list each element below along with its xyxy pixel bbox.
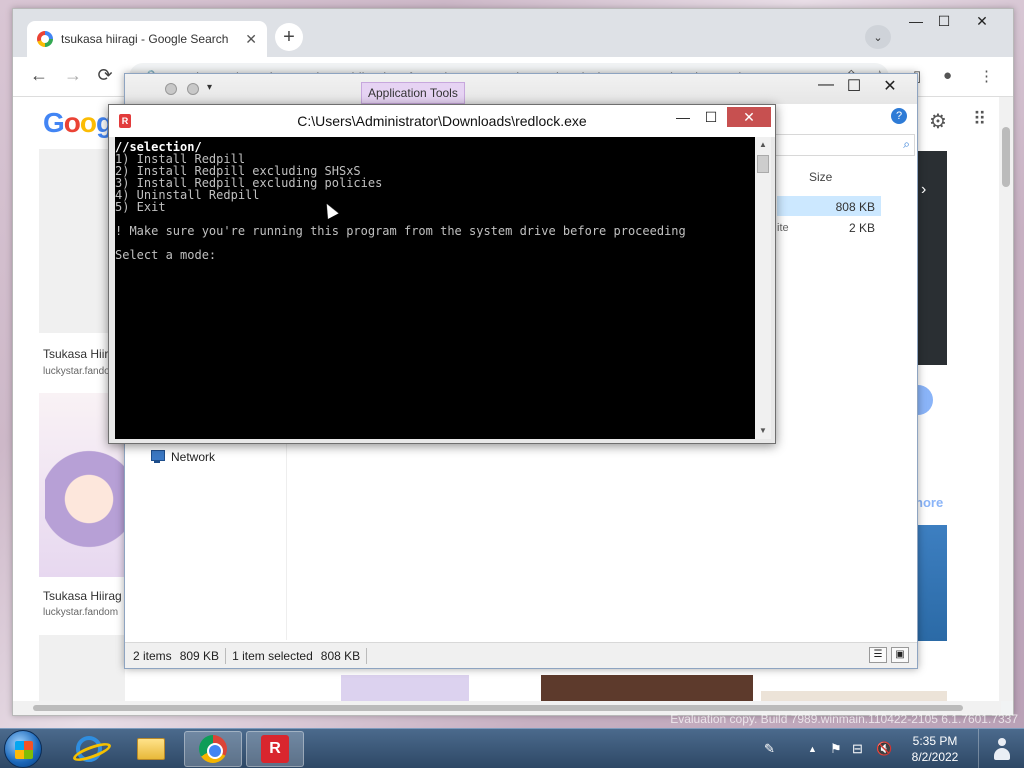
close-button[interactable]: ✕	[727, 107, 771, 127]
result-title[interactable]: Tsukasa Hiira	[43, 347, 115, 361]
search-box[interactable]: ⌕	[775, 134, 915, 156]
result-image[interactable]	[39, 635, 125, 701]
result-image[interactable]: ›	[917, 151, 947, 365]
show-hidden-icons[interactable]: ▲	[808, 729, 817, 768]
result-image[interactable]	[917, 525, 947, 641]
anime-character-image	[45, 433, 125, 553]
help-icon[interactable]: ?	[891, 108, 907, 124]
vertical-scrollbar[interactable]	[999, 97, 1013, 701]
menu-kebab-icon[interactable]: ⋮	[979, 67, 994, 85]
scrollbar-thumb[interactable]	[1002, 127, 1010, 187]
more-link[interactable]: hore	[915, 495, 943, 510]
redlock-icon: R	[261, 735, 289, 763]
google-logo[interactable]: Goog	[43, 107, 113, 139]
taskbar-internet-explorer[interactable]	[60, 731, 118, 767]
console-line: ! Make sure you're running this program …	[115, 224, 686, 238]
clock-time: 5:35 PM	[912, 734, 958, 748]
chevron-right-icon[interactable]: ›	[921, 181, 926, 199]
scrollbar-thumb[interactable]	[757, 155, 769, 173]
navigation-pane: Network	[125, 436, 287, 640]
quick-access-dropdown-icon[interactable]: ▾	[207, 82, 212, 93]
result-image[interactable]	[341, 675, 469, 701]
google-favicon-icon	[37, 31, 53, 47]
status-total-size: 809 KB	[179, 648, 220, 663]
start-button[interactable]	[4, 730, 42, 768]
clock[interactable]: 5:35 PM 8/2/2022	[898, 733, 972, 765]
details-view-icon[interactable]: ☰	[869, 647, 887, 663]
result-site: luckystar.fandom	[43, 607, 119, 618]
profile-icon[interactable]: ●	[943, 67, 952, 84]
show-desktop-button[interactable]	[978, 729, 1024, 768]
search-icon: ⌕	[903, 137, 910, 151]
console-prompt[interactable]: Select a mode:	[115, 249, 755, 261]
taskbar-redlock[interactable]: R	[246, 731, 304, 767]
circle-button-icon[interactable]	[917, 385, 933, 415]
status-selected-size: 808 KB	[320, 648, 361, 663]
column-header-size[interactable]: Size	[809, 170, 832, 184]
maximize-icon[interactable]: ☐	[927, 13, 961, 30]
console-line: 4) Uninstall Redpill	[115, 188, 260, 202]
flag-icon[interactable]: ⚑	[830, 729, 842, 768]
explorer-titlebar: ▾ Application Tools — ☐ ✕	[125, 74, 917, 104]
status-item-count: 2 items	[133, 648, 172, 663]
console-window: R C:\Users\Administrator\Downloads\redlo…	[108, 104, 776, 444]
back-icon[interactable]	[165, 83, 177, 95]
browser-tab[interactable]: tsukasa hiiragi - Google Search ✕	[27, 21, 267, 57]
clock-date: 8/2/2022	[911, 750, 959, 764]
network-icon	[149, 450, 165, 464]
status-bar: 2 items 809 KB 1 item selected 808 KB ☰ …	[125, 642, 917, 668]
console-line: 5) Exit	[115, 200, 166, 214]
minimize-icon[interactable]: —	[669, 107, 697, 127]
windows-logo-icon	[15, 741, 33, 759]
new-tab-button[interactable]: +	[275, 23, 303, 51]
maximize-icon[interactable]: ☐	[697, 107, 725, 127]
close-icon[interactable]: ✕	[965, 13, 999, 30]
tab-close-button[interactable]: ✕	[245, 31, 257, 48]
minimize-icon[interactable]: —	[811, 76, 841, 94]
status-selected: 1 item selected	[232, 648, 313, 663]
nav-item-label: Network	[171, 450, 216, 464]
large-icons-view-icon[interactable]: ▣	[891, 647, 909, 663]
internet-explorer-icon	[76, 736, 102, 762]
back-button[interactable]: ←	[27, 65, 51, 86]
console-scrollbar[interactable]: ▲ ▼	[755, 137, 771, 439]
reload-button[interactable]: ⟳	[93, 65, 117, 86]
tab-search-icon[interactable]: ⌄	[865, 25, 891, 49]
console-titlebar[interactable]: R C:\Users\Administrator\Downloads\redlo…	[109, 105, 775, 137]
tab-title: tsukasa hiiragi - Google Search	[61, 32, 229, 46]
forward-icon[interactable]	[187, 83, 199, 95]
file-size: 808 KB	[835, 200, 875, 214]
scrollbar-thumb[interactable]	[33, 705, 963, 711]
result-image[interactable]	[541, 675, 753, 701]
taskbar-file-explorer[interactable]	[122, 731, 180, 767]
maximize-icon[interactable]: ☐	[839, 76, 869, 96]
pen-input-icon[interactable]: ✎	[764, 729, 775, 768]
ribbon-tab-application-tools[interactable]: Application Tools	[361, 82, 465, 104]
volume-muted-icon[interactable]: 🔇	[876, 729, 892, 768]
nav-item-network[interactable]: Network	[149, 450, 215, 464]
evaluation-watermark: Evaluation copy. Build 7989.winmain.1104…	[670, 712, 1018, 726]
folder-icon	[137, 738, 165, 760]
close-icon[interactable]: ✕	[875, 76, 905, 96]
console-output[interactable]: //selection/ 1) Install Redpill 2) Insta…	[115, 137, 755, 439]
taskbar: R ✎ ▲ ⚑ ⊟ 🔇 5:35 PM 8/2/2022	[0, 728, 1024, 768]
file-size: 2 KB	[848, 221, 875, 235]
settings-gear-icon[interactable]: ⚙	[929, 109, 947, 134]
tab-strip: tsukasa hiiragi - Google Search ✕ + ⌄ — …	[13, 9, 1013, 57]
chrome-icon	[199, 735, 227, 763]
result-title[interactable]: Tsukasa Hiirag	[43, 589, 122, 603]
result-image[interactable]	[761, 691, 947, 701]
file-type-partial: ite	[777, 222, 789, 234]
result-image	[917, 365, 947, 439]
scroll-up-icon[interactable]: ▲	[755, 137, 771, 153]
result-site: luckystar.fandom	[43, 366, 119, 377]
taskbar-chrome[interactable]	[184, 731, 242, 767]
forward-button[interactable]: →	[61, 65, 85, 86]
apps-grid-icon[interactable]: ⠿	[973, 109, 986, 130]
user-icon	[993, 738, 1011, 760]
scroll-down-icon[interactable]: ▼	[755, 423, 771, 439]
network-tray-icon[interactable]: ⊟	[852, 729, 863, 768]
